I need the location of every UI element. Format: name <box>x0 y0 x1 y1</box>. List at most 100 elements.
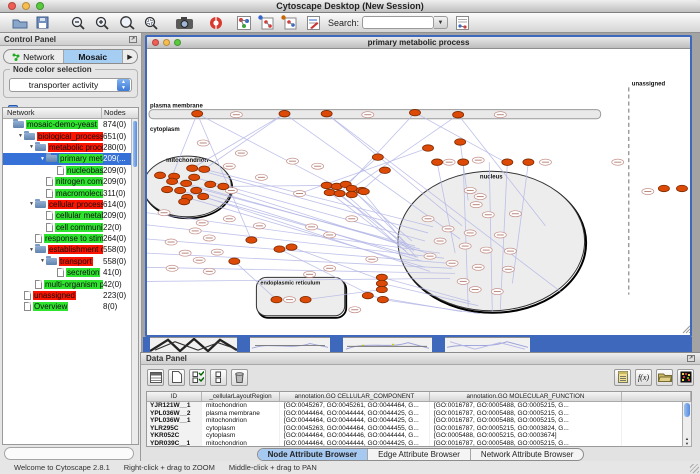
search-options-icon[interactable]: ▼ <box>434 16 448 29</box>
zoom-selected-icon[interactable] <box>144 15 158 31</box>
tree-row[interactable]: ▼metabolic process280(0) <box>3 142 138 153</box>
open-icon[interactable] <box>12 15 28 31</box>
tree-expander-icon[interactable]: ▼ <box>39 156 46 162</box>
tab-node-attribute-browser[interactable]: Node Attribute Browser <box>258 449 369 460</box>
heatmap-icon[interactable] <box>677 369 694 386</box>
selected-node[interactable] <box>175 187 186 193</box>
selected-node[interactable] <box>502 159 513 165</box>
selected-node[interactable] <box>376 280 387 286</box>
hide-selected-edges-icon[interactable] <box>281 15 297 31</box>
tree-row[interactable]: cell communicat22(0) <box>3 222 138 233</box>
selected-node[interactable] <box>455 139 466 145</box>
float-panel-icon[interactable]: ↗ <box>129 36 137 43</box>
background-window-fragment[interactable] <box>343 337 432 352</box>
selected-node[interactable] <box>523 159 534 165</box>
tab-mosaic[interactable]: Mosaic <box>64 50 124 63</box>
tree-row[interactable]: ▼transport558(0) <box>3 256 138 267</box>
table-row[interactable]: YDR039C__1mitochondrion[GO:0044464, GO:0… <box>147 440 691 447</box>
selected-node[interactable] <box>321 182 332 188</box>
background-window-border[interactable] <box>237 337 250 352</box>
background-window-fragment[interactable] <box>150 337 237 352</box>
tree-row[interactable]: ▼biological_process651(0) <box>3 130 138 141</box>
background-window-border[interactable] <box>143 337 150 352</box>
selected-node[interactable] <box>379 167 390 173</box>
selected-node[interactable] <box>321 110 332 116</box>
select-attributes-icon[interactable] <box>189 369 206 386</box>
table-row[interactable]: YKR052Ccytoplasm[GO:0044464, GO:0044446,… <box>147 432 691 440</box>
selected-node[interactable] <box>376 274 387 280</box>
zoom-in-icon[interactable] <box>95 15 109 31</box>
table-row[interactable]: YPL036W__1mitochondrion[GO:0044464, GO:0… <box>147 417 691 425</box>
tree-row[interactable]: ▼establishment of lo558(0) <box>3 244 138 255</box>
hide-selected-nodes-icon[interactable] <box>258 15 274 31</box>
tree-row[interactable]: Overview8(0) <box>3 301 138 312</box>
background-window-border[interactable] <box>330 337 343 352</box>
search-input[interactable] <box>362 16 434 29</box>
tree-row[interactable]: mosaic-demo-yeast874(0) <box>3 119 138 130</box>
tree-row[interactable]: cellular metabo209(0) <box>3 210 138 221</box>
delete-attribute-icon[interactable] <box>231 369 248 386</box>
float-data-panel-icon[interactable]: ↗ <box>687 355 695 362</box>
tab-network[interactable]: Network <box>4 50 64 63</box>
selected-node[interactable] <box>192 110 203 116</box>
tree-expander-icon[interactable]: ▼ <box>28 144 35 150</box>
selected-node[interactable] <box>155 172 166 178</box>
zoom-fit-icon[interactable] <box>119 15 135 31</box>
tree-expander-icon[interactable]: ▼ <box>28 201 35 207</box>
table-row[interactable]: YJR121W__1mitochondrion[GO:0045267, GO:0… <box>147 402 691 410</box>
selected-node[interactable] <box>271 296 282 302</box>
tree-expander-icon[interactable]: ▼ <box>17 133 24 139</box>
tree-row[interactable]: unassigned223(0) <box>3 290 138 301</box>
selected-node[interactable] <box>676 185 687 191</box>
selected-node[interactable] <box>229 258 240 264</box>
network-view-window[interactable]: primary metabolic process plasma membran… <box>145 35 692 337</box>
background-window-border[interactable] <box>530 337 692 352</box>
selected-node[interactable] <box>179 198 190 204</box>
tree-column-network[interactable]: Network <box>3 108 102 118</box>
selected-node[interactable] <box>246 237 257 243</box>
zoom-out-icon[interactable] <box>71 15 85 31</box>
table-row[interactable]: YLR295Ccytoplasm[GO:0045263, GO:0044464,… <box>147 425 691 433</box>
selected-node[interactable] <box>162 186 173 192</box>
selected-node[interactable] <box>198 193 209 199</box>
selected-node[interactable] <box>300 296 311 302</box>
selected-node[interactable] <box>324 189 335 195</box>
table-row[interactable]: YPL036W__2plasma membrane[GO:0044464, GO… <box>147 410 691 418</box>
tree-row[interactable]: secretion41(0) <box>3 267 138 278</box>
selected-node[interactable] <box>423 145 434 151</box>
selected-node[interactable] <box>658 185 669 191</box>
tree-scrollbar[interactable] <box>131 119 138 444</box>
table-header-3[interactable]: annotation.GO MOLECULAR_FUNCTION <box>430 392 622 401</box>
tab-overflow-arrow-icon[interactable]: ▶ <box>123 50 137 63</box>
selected-node[interactable] <box>453 111 464 117</box>
selected-node[interactable] <box>167 178 178 184</box>
help-icon[interactable] <box>209 15 223 31</box>
snapshot-icon[interactable] <box>176 15 193 31</box>
window-resize-grip-icon[interactable] <box>683 326 690 333</box>
selected-node[interactable] <box>218 183 229 189</box>
table-scrollbar[interactable]: ▲▼ <box>682 401 692 447</box>
selected-node[interactable] <box>346 185 357 191</box>
node-color-combo[interactable]: transporter activity ▲▼ <box>9 78 132 92</box>
selected-node[interactable] <box>279 110 290 116</box>
table-header-1[interactable]: _cellularLayoutRegion <box>202 392 280 401</box>
tab-network-attribute-browser[interactable]: Network Attribute Browser <box>471 449 583 460</box>
unselect-attributes-icon[interactable] <box>210 369 227 386</box>
selected-node[interactable] <box>205 181 216 187</box>
selected-node[interactable] <box>376 286 387 292</box>
selected-node[interactable] <box>458 159 469 165</box>
attribute-table-icon[interactable] <box>147 369 164 386</box>
selected-node[interactable] <box>358 188 369 194</box>
network-file-icon[interactable] <box>456 15 469 31</box>
tree-row[interactable]: ▼primary metabo209(... <box>3 153 138 164</box>
background-window-border[interactable] <box>432 337 445 352</box>
import-attributes-icon[interactable] <box>656 369 673 386</box>
tree-expander-icon[interactable]: ▼ <box>39 258 46 264</box>
selected-node[interactable] <box>432 159 443 165</box>
network-overview-icon[interactable] <box>237 15 251 31</box>
selected-node[interactable] <box>191 187 202 193</box>
selected-node[interactable] <box>377 296 388 302</box>
tree-row[interactable]: macromolecule311(0) <box>3 187 138 198</box>
selected-node[interactable] <box>189 174 200 180</box>
table-header-0[interactable]: ID <box>147 392 202 401</box>
